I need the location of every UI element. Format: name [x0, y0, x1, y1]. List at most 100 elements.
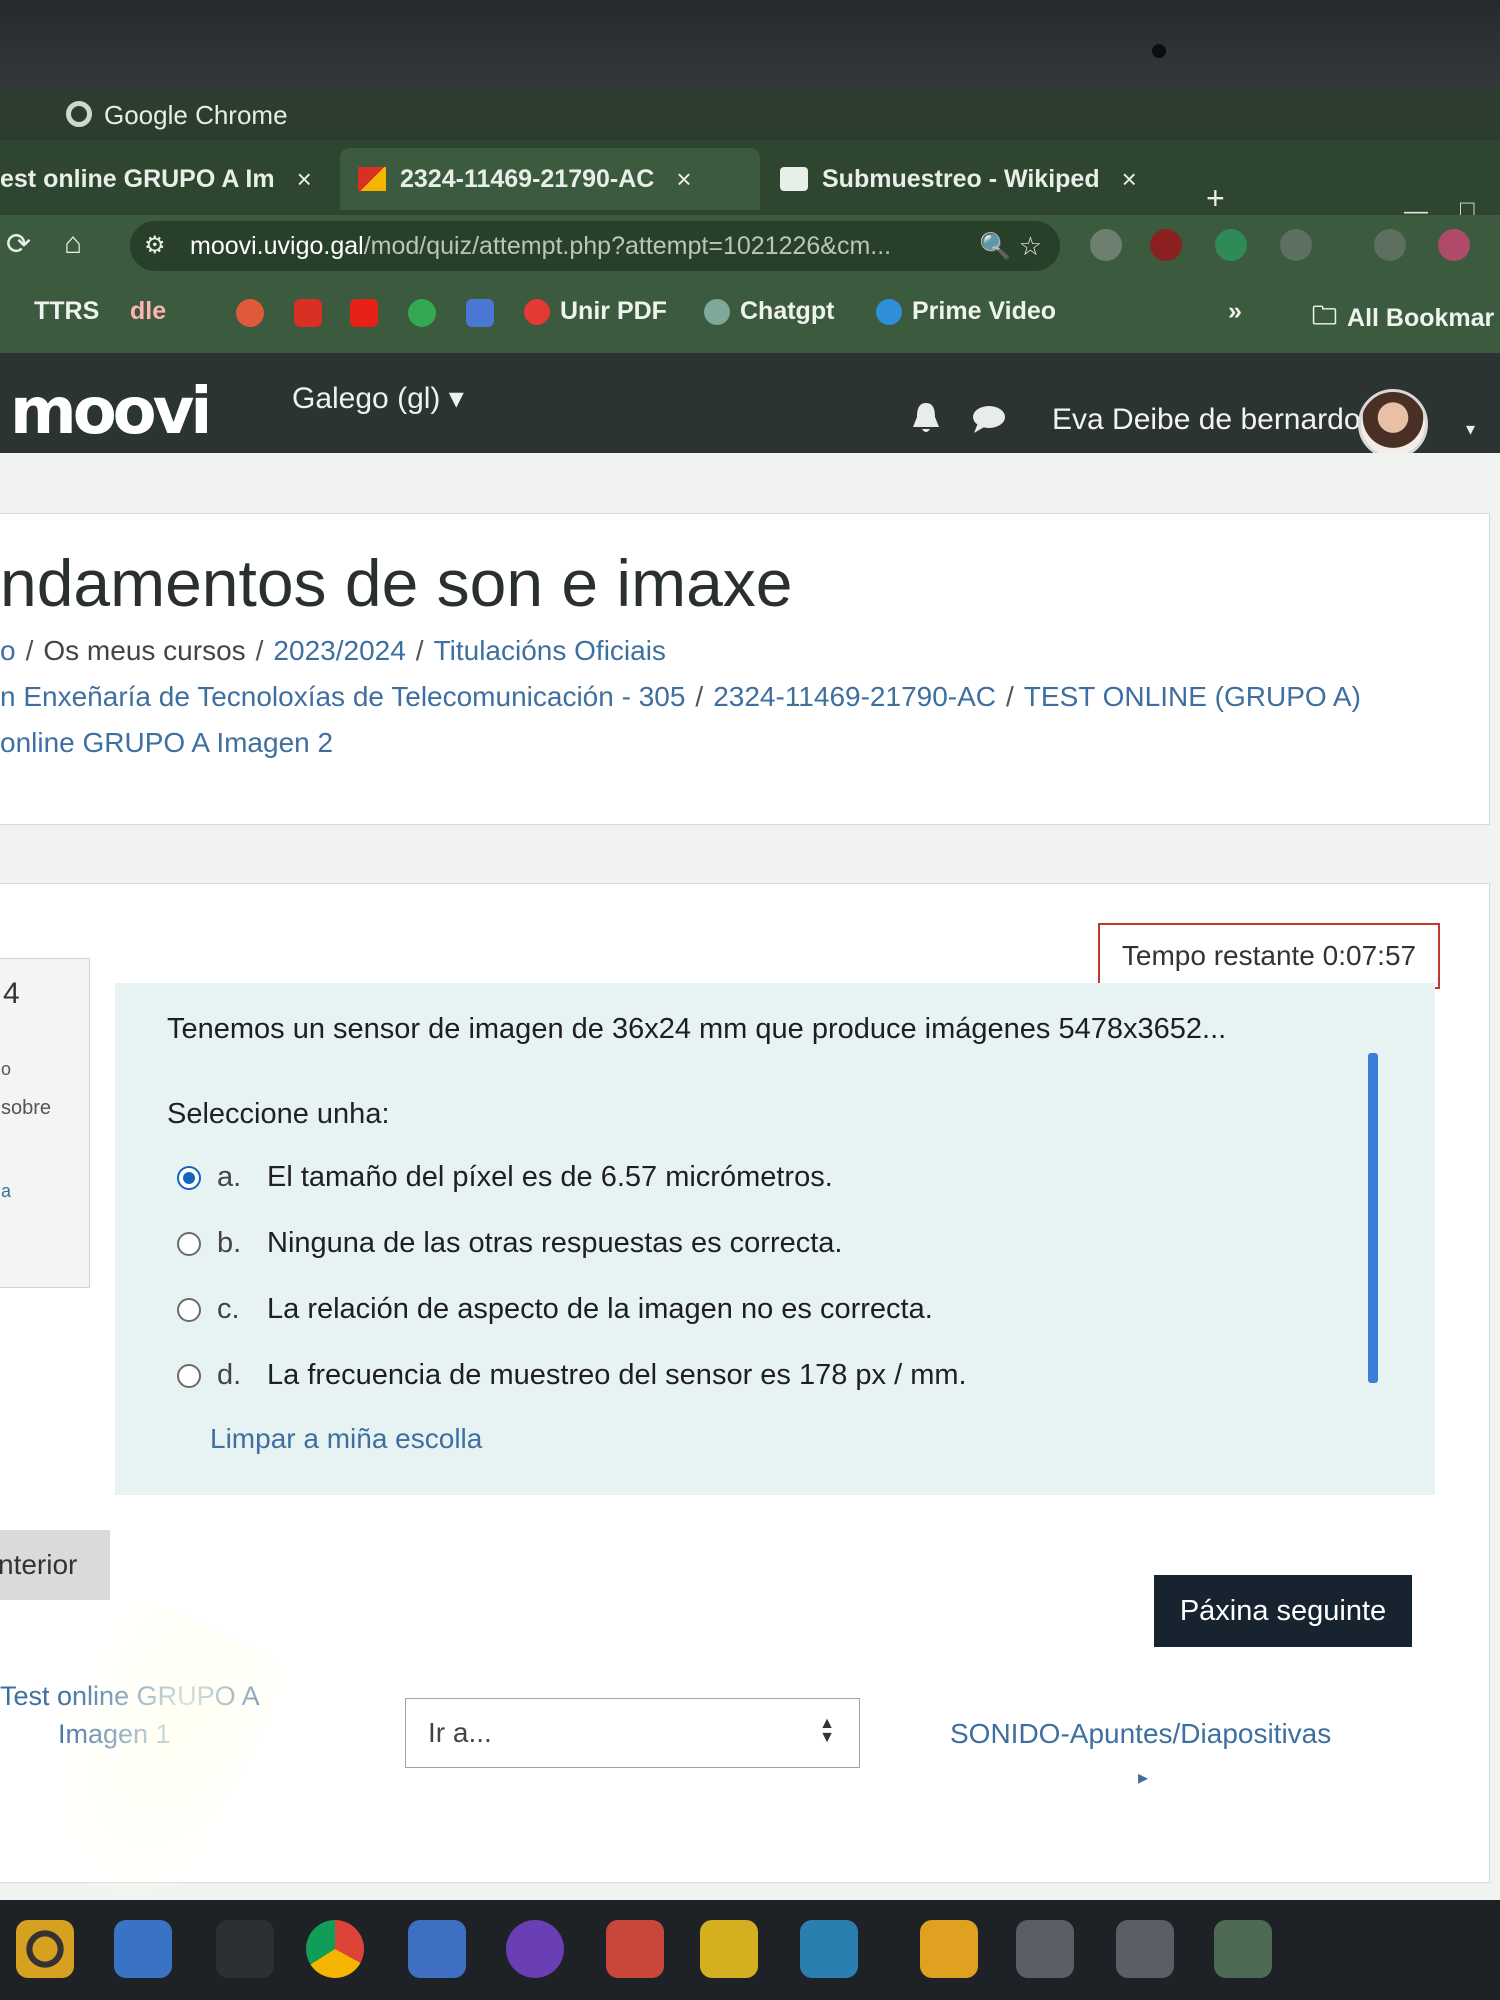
- reload-icon[interactable]: ⟳: [6, 227, 31, 262]
- chevron-double-icon: »: [1228, 297, 1242, 325]
- answer-letter: c.: [217, 1293, 240, 1325]
- tab-course[interactable]: 2324-11469-21790-AC ×: [340, 148, 760, 210]
- breadcrumb-degree[interactable]: n Enxeñaría de Tecnoloxías de Telecomuni…: [0, 681, 685, 712]
- app-icon[interactable]: [1016, 1920, 1074, 1978]
- text-editor-icon[interactable]: [114, 1920, 172, 1978]
- radio-button[interactable]: [177, 1297, 201, 1322]
- drawing-icon[interactable]: [408, 1920, 466, 1978]
- question-status: o: [1, 1059, 12, 1079]
- breadcrumb-home[interactable]: o: [0, 635, 16, 666]
- breadcrumb: o / Os meus cursos / 2023/2024 / Titulacións O…: [0, 635, 666, 667]
- extensions-puzzle-icon[interactable]: [1280, 229, 1312, 261]
- site-settings-icon[interactable]: ⚙: [144, 231, 166, 260]
- all-bookmarks[interactable]: 🗀 All Bookmar: [1312, 297, 1494, 340]
- time-remaining: Tempo restante 0:07:57: [1098, 923, 1440, 989]
- home-icon[interactable]: ⌂: [64, 227, 82, 261]
- tab-label: 2324-11469-21790-AC: [400, 164, 655, 193]
- taskbar: [0, 1900, 1500, 2000]
- bell-icon[interactable]: [910, 401, 942, 435]
- download-icon[interactable]: [1374, 229, 1406, 261]
- ublock-icon[interactable]: [1150, 229, 1182, 261]
- bookmark-unir-pdf[interactable]: Unir PDF: [524, 297, 667, 326]
- answer-letter: b.: [217, 1227, 242, 1259]
- app-icon[interactable]: [800, 1920, 858, 1978]
- presentation-icon[interactable]: [606, 1920, 664, 1978]
- avatar[interactable]: [1358, 389, 1428, 459]
- bookmark-star-icon[interactable]: 🔍 ☆: [979, 231, 1042, 262]
- app-icon[interactable]: [1116, 1920, 1174, 1978]
- new-tab-button[interactable]: +: [1206, 180, 1225, 217]
- bookmark-label: All Bookmar: [1347, 304, 1495, 332]
- question-box: Tenemos un sensor de imagen de 36x24 mm …: [115, 983, 1435, 1495]
- language-menu[interactable]: Galego (gl) ▾: [292, 381, 464, 416]
- flag-question-link[interactable]: a: [1, 1181, 11, 1202]
- answer-option-c[interactable]: c. La relación de aspecto de la imagen n…: [177, 1293, 933, 1326]
- window-titlebar: Google Chrome: [0, 90, 1500, 140]
- trash-icon[interactable]: [1214, 1920, 1272, 1978]
- breadcrumb-quiz[interactable]: online GRUPO A Imagen 2: [0, 727, 333, 758]
- bookmark-label: dle: [130, 297, 167, 325]
- more-bookmarks-button[interactable]: »: [1228, 297, 1242, 326]
- previous-page-button[interactable]: nterior: [0, 1530, 110, 1600]
- site-logo[interactable]: moovi: [10, 375, 212, 449]
- close-icon[interactable]: ×: [1122, 164, 1137, 195]
- address-bar[interactable]: ⚙ moovi.uvigo.gal /mod/quiz/attempt.php?…: [130, 221, 1060, 271]
- translate-extension-icon[interactable]: [1090, 229, 1122, 261]
- play-arrow-icon[interactable]: ▸: [1138, 1765, 1148, 1790]
- maps-icon[interactable]: [408, 299, 436, 327]
- chatgpt-icon: [704, 298, 730, 325]
- bookmark-ttrs[interactable]: TTRS: [34, 297, 99, 326]
- breadcrumb-course[interactable]: 2324-11469-21790-AC: [713, 681, 996, 712]
- answer-letter: a.: [217, 1161, 242, 1193]
- emacs-icon[interactable]: [506, 1920, 564, 1978]
- close-icon[interactable]: ×: [297, 164, 312, 195]
- tab-quiz[interactable]: est online GRUPO A Im ×: [0, 148, 320, 210]
- bookmark-label: Chatgpt: [740, 297, 835, 325]
- rhythmbox-icon[interactable]: [16, 1920, 74, 1978]
- profile-icon[interactable]: [1438, 229, 1470, 261]
- app-icon[interactable]: [700, 1920, 758, 1978]
- radio-button[interactable]: [177, 1165, 201, 1190]
- tab-wikipedia[interactable]: Submuestreo - Wikiped ×: [780, 148, 1180, 210]
- next-activity-link[interactable]: SONIDO-Apuntes/Diapositivas: [950, 1718, 1331, 1750]
- breadcrumb-separator: /: [25, 635, 34, 666]
- clear-choice-link[interactable]: Limpar a miña escolla: [210, 1423, 482, 1455]
- radio-button[interactable]: [177, 1231, 201, 1256]
- webcam: [1152, 44, 1166, 58]
- radio-button[interactable]: [177, 1363, 201, 1388]
- chevron-down-icon[interactable]: ▾: [1466, 419, 1475, 440]
- reddit-icon[interactable]: [236, 299, 264, 327]
- site-navbar: moovi Galego (gl) ▾ Eva Deibe de bernard…: [0, 353, 1500, 459]
- bookmark-dle[interactable]: dle: [130, 297, 166, 326]
- terminal-icon[interactable]: [216, 1920, 274, 1978]
- translate-icon[interactable]: [466, 299, 494, 327]
- green-extension-icon[interactable]: [1215, 229, 1247, 261]
- close-icon[interactable]: ×: [676, 164, 691, 195]
- previous-activity-link[interactable]: Test online GRUPO A Imagen 1: [0, 1678, 260, 1754]
- gmail-icon[interactable]: [294, 299, 322, 327]
- tab-label: est online GRUPO A Im: [0, 164, 275, 193]
- answer-option-b[interactable]: b. Ninguna de las otras respuestas es co…: [177, 1227, 842, 1260]
- app-icon[interactable]: [920, 1920, 978, 1978]
- answer-option-d[interactable]: d. La frecuencia de muestreo del sensor …: [177, 1359, 967, 1392]
- breadcrumb-section[interactable]: TEST ONLINE (GRUPO A): [1024, 681, 1361, 712]
- answer-text: La relación de aspecto de la imagen no e…: [267, 1293, 933, 1325]
- jump-to-select[interactable]: Ir a... ▲ ▼: [405, 1698, 860, 1768]
- chrome-icon: [66, 101, 92, 127]
- tab-label: Submuestreo - Wikiped: [822, 164, 1100, 193]
- scrollbar[interactable]: [1368, 1053, 1378, 1383]
- breadcrumb-official-degrees[interactable]: Titulacións Oficiais: [434, 635, 666, 666]
- bookmark-prime-video[interactable]: Prime Video: [876, 297, 1056, 326]
- tab-strip: est online GRUPO A Im × 2324-11469-21790…: [0, 140, 1500, 215]
- youtube-icon[interactable]: [350, 299, 378, 327]
- question-number: 4: [3, 977, 20, 1010]
- user-name[interactable]: Eva Deibe de bernardo: [1052, 403, 1361, 437]
- breadcrumb-my-courses[interactable]: Os meus cursos: [43, 635, 245, 666]
- bookmark-chatgpt[interactable]: Chatgpt: [704, 297, 834, 326]
- breadcrumb-year[interactable]: 2023/2024: [273, 635, 405, 666]
- messages-icon[interactable]: [972, 405, 1006, 433]
- answer-option-a[interactable]: a. El tamaño del píxel es de 6.57 micróm…: [177, 1161, 833, 1194]
- next-page-button[interactable]: Páxina seguinte: [1154, 1575, 1412, 1647]
- previous-activity-subtitle: Imagen 1: [58, 1718, 171, 1749]
- chrome-icon[interactable]: [306, 1920, 364, 1978]
